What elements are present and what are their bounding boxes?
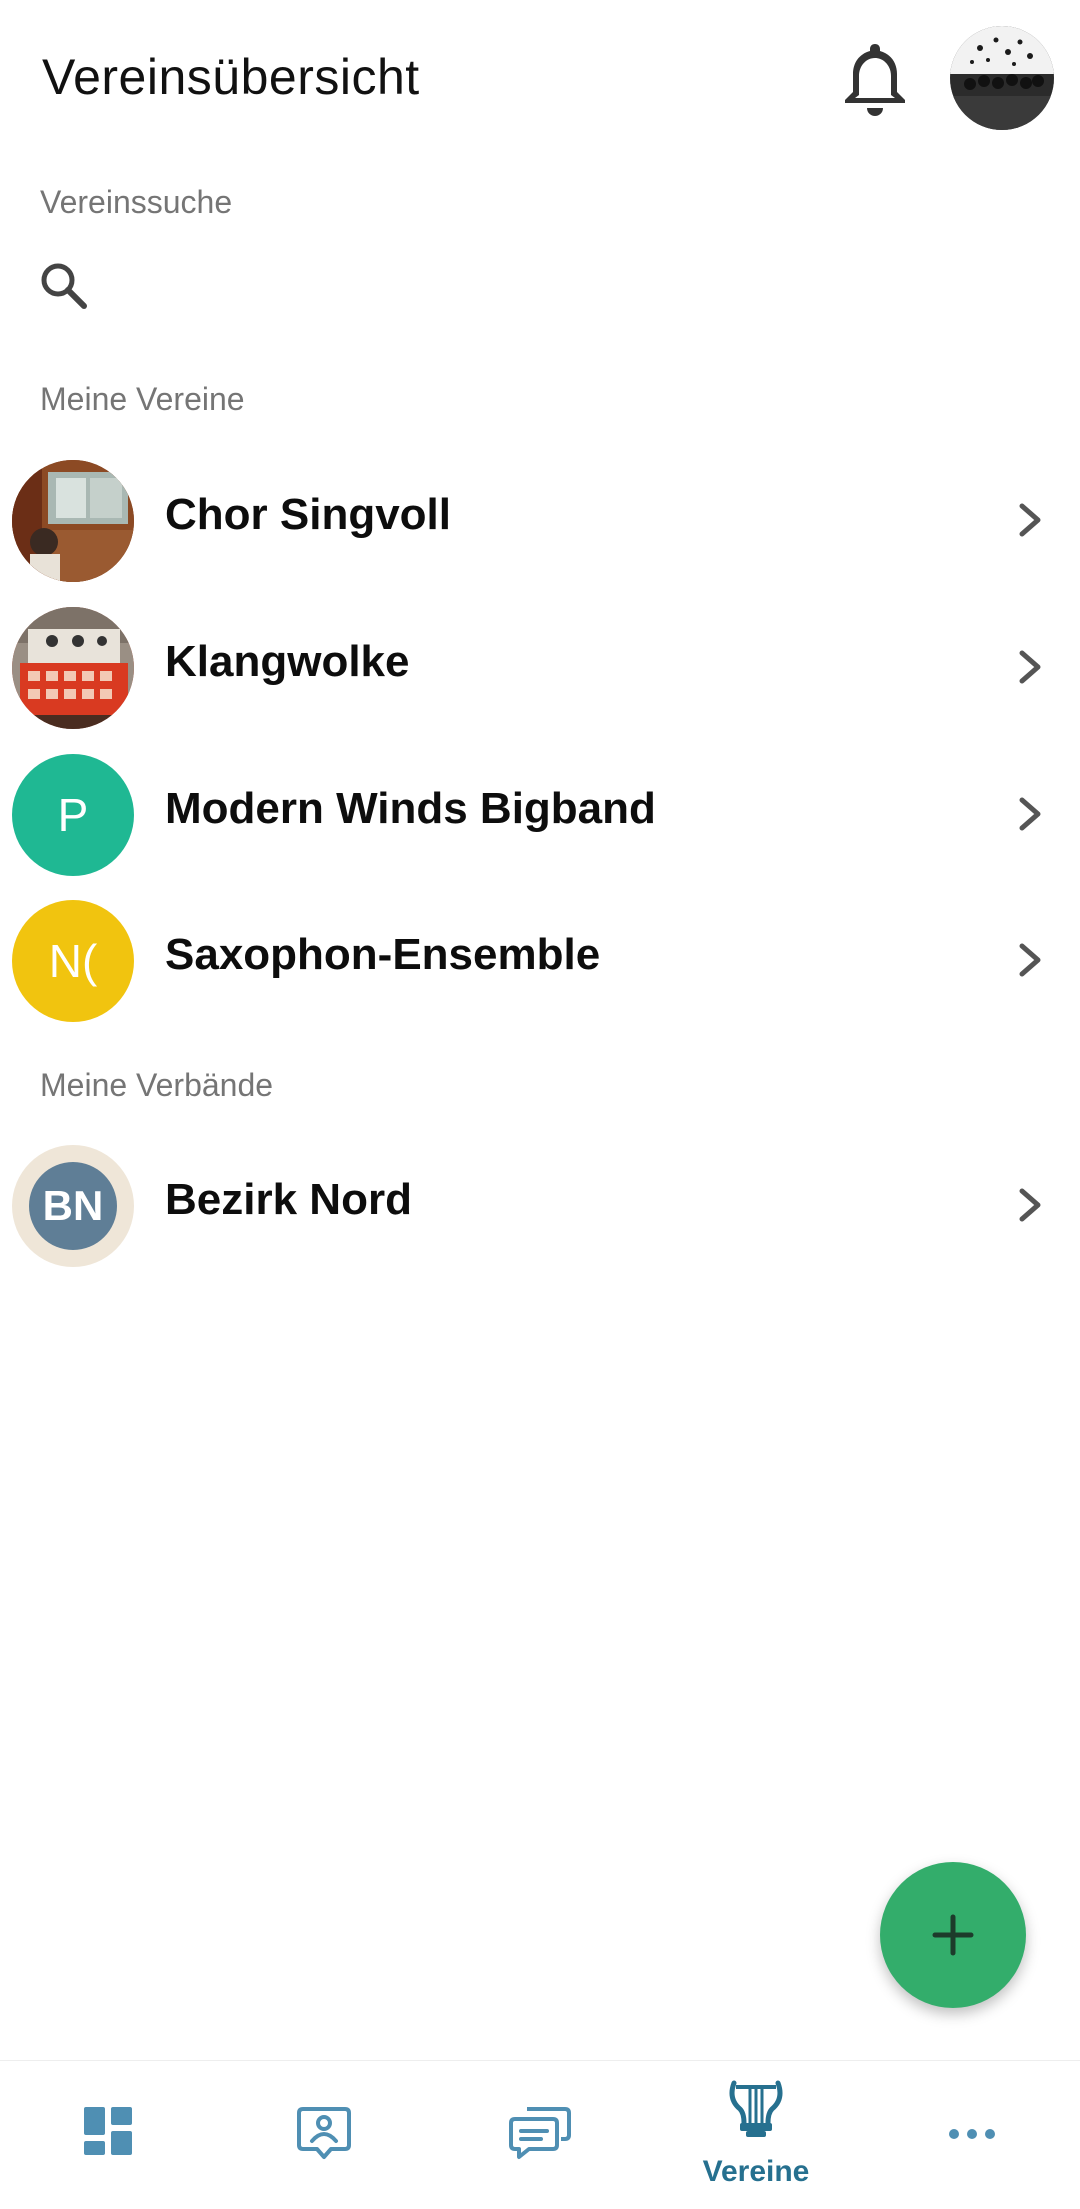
lyre-icon	[729, 2080, 783, 2137]
nav-member[interactable]	[216, 2061, 432, 2209]
chevron-right-icon	[1019, 943, 1041, 977]
add-button[interactable]	[880, 1862, 1026, 2008]
chevron-right-icon	[1019, 797, 1041, 831]
association-badge-avatar: BN	[12, 1145, 134, 1267]
avatar-initials: P	[57, 789, 89, 841]
club-item-chor-singvoll[interactable]: Chor Singvoll	[0, 450, 1080, 590]
search-section-label: Vereinssuche	[40, 184, 233, 220]
club-item-saxophon-ensemble[interactable]: N( Saxophon-Ensemble	[0, 890, 1080, 1030]
profile-photo	[950, 26, 1054, 130]
profile-avatar[interactable]	[950, 26, 1054, 130]
chevron-right-icon	[1019, 503, 1041, 537]
association-item-bezirk-nord[interactable]: BN Bezirk Nord	[0, 1135, 1080, 1275]
club-photo	[12, 460, 134, 582]
associations-section-label: Meine Verbände	[40, 1067, 274, 1103]
search-icon	[41, 263, 87, 309]
page-title: Vereinsübersicht	[42, 49, 420, 105]
club-name: Klangwolke	[165, 637, 410, 686]
club-avatar	[12, 460, 134, 582]
nav-chat[interactable]	[432, 2061, 648, 2209]
search-input[interactable]	[110, 254, 1010, 318]
club-name: Saxophon-Ensemble	[165, 930, 601, 979]
plus-icon	[932, 1914, 974, 1956]
club-search[interactable]	[0, 240, 1080, 340]
bottom-navigation: Vereine	[0, 2060, 1080, 2209]
more-icon	[949, 2129, 995, 2139]
club-item-klangwolke[interactable]: Klangwolke	[0, 597, 1080, 737]
chevron-right-icon	[1019, 1188, 1041, 1222]
chat-icon	[509, 2107, 571, 2159]
clubs-section-label: Meine Vereine	[40, 381, 245, 417]
club-name: Modern Winds Bigband	[165, 784, 656, 833]
club-item-modern-winds-bigband[interactable]: P Modern Winds Bigband	[0, 744, 1080, 884]
chevron-right-icon	[1019, 650, 1041, 684]
badge-inner: BN	[29, 1162, 117, 1250]
dashboard-icon	[84, 2107, 132, 2155]
club-avatar	[12, 607, 134, 729]
nav-dashboard[interactable]	[0, 2061, 216, 2209]
notifications-button[interactable]	[835, 36, 915, 121]
club-photo	[12, 607, 134, 729]
avatar-initials: BN	[42, 1182, 104, 1229]
club-initials-avatar: N(	[12, 900, 134, 1022]
bell-icon	[845, 44, 905, 116]
nav-more[interactable]	[864, 2061, 1080, 2209]
nav-vereine-label: Vereine	[702, 2155, 810, 2188]
nav-vereine[interactable]: Vereine	[648, 2061, 864, 2209]
member-icon	[297, 2107, 351, 2159]
association-name: Bezirk Nord	[165, 1175, 412, 1224]
club-name: Chor Singvoll	[165, 490, 451, 539]
app-header: Vereinsübersicht	[0, 0, 1080, 160]
avatar-initials: N(	[48, 935, 98, 987]
club-initials-avatar: P	[12, 754, 134, 876]
